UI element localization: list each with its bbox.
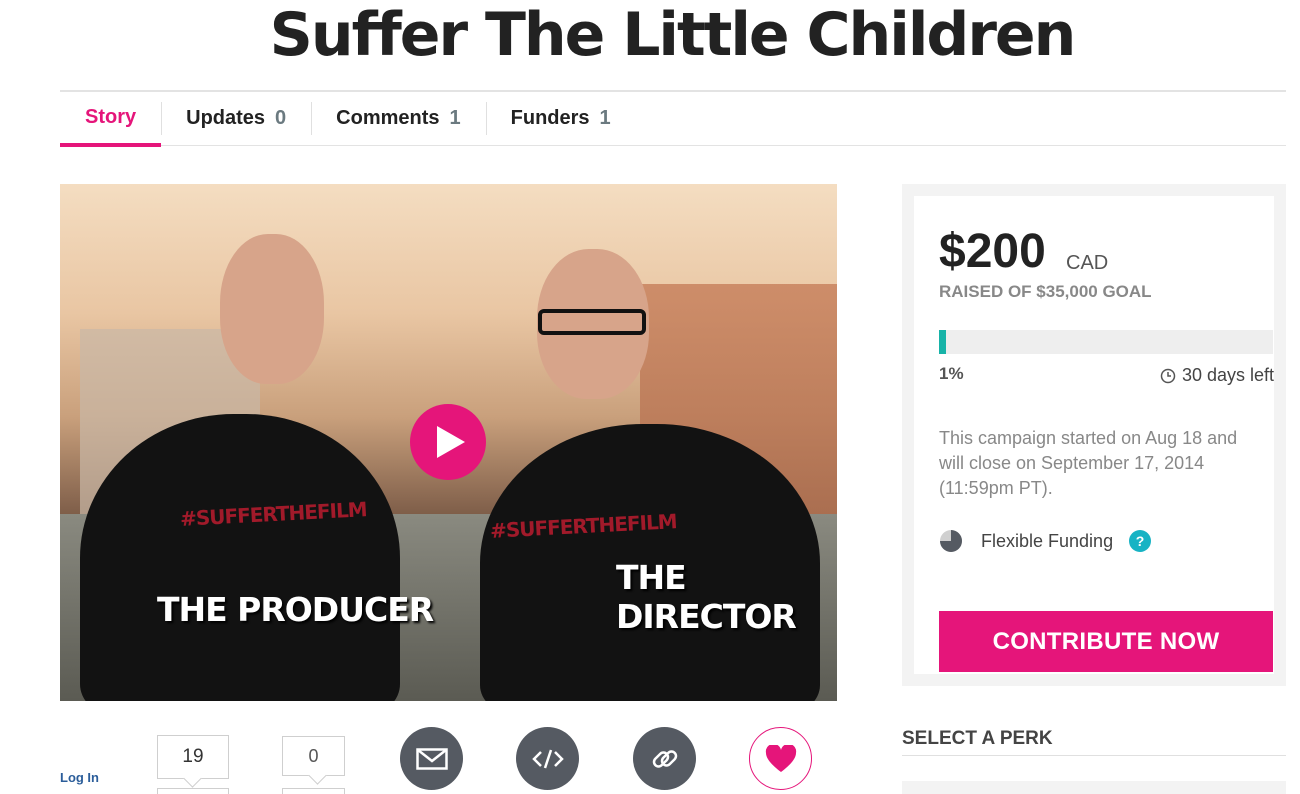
envelope-icon (415, 747, 448, 770)
funding-card: $200 CAD RAISED OF $35,000 GOAL 1% 30 da… (914, 196, 1274, 674)
tab-story-label: Story (85, 106, 137, 128)
producer-head (220, 234, 324, 384)
page-title: Suffer The Little Children (269, 0, 1077, 70)
facebook-login-link[interactable]: Log In (60, 770, 99, 785)
funding-progress-bar (939, 330, 1273, 354)
code-icon (531, 749, 564, 768)
funding-type: Flexible Funding ? (939, 529, 1152, 553)
percent-funded: 1% (939, 364, 964, 383)
heart-icon (765, 744, 796, 772)
tab-story[interactable]: Story (60, 92, 162, 147)
director-caption: THE DIRECTOR (616, 558, 797, 636)
select-perk-heading: SELECT A PERK (902, 728, 1053, 749)
tab-comments-count: 1 (449, 107, 461, 129)
funding-progress-fill (939, 330, 946, 354)
link-icon (652, 749, 677, 768)
embed-button[interactable] (516, 727, 579, 790)
play-button[interactable] (410, 404, 486, 480)
tab-comments-label: Comments (336, 107, 440, 129)
raised-amount: $200 (939, 225, 1046, 278)
campaign-dates: This campaign started on Aug 18 and will… (939, 428, 1238, 498)
perk-divider (902, 755, 1286, 756)
producer-caption: THE PRODUCER (157, 590, 434, 629)
days-left: 30 days left (1160, 365, 1274, 386)
contribute-button[interactable]: CONTRIBUTE NOW (939, 611, 1273, 672)
currency-code: CAD (1066, 252, 1109, 274)
email-share-button[interactable] (400, 727, 463, 790)
twitter-share-count: 0 (282, 736, 345, 776)
tab-comments[interactable]: Comments 1 (311, 92, 485, 145)
pie-chart-icon (940, 530, 962, 552)
tab-updates-count: 0 (275, 107, 287, 129)
copy-link-button[interactable] (633, 727, 696, 790)
pitch-video[interactable]: #SUFFERTHEFILM #SUFFERTHEFILM THE PRODUC… (60, 184, 837, 701)
funding-type-label: Flexible Funding (981, 530, 1114, 551)
clock-icon (1160, 368, 1176, 383)
producer-figure (80, 414, 400, 701)
help-icon[interactable]: ? (1129, 530, 1152, 552)
goal-text: RAISED OF $35,000 GOAL (939, 282, 1152, 301)
perk-card[interactable] (902, 781, 1286, 794)
tab-funders-count: 1 (599, 107, 611, 129)
funding-panel: $200 CAD RAISED OF $35,000 GOAL 1% 30 da… (902, 184, 1286, 686)
director-glasses (538, 309, 646, 335)
tab-funders-label: Funders (510, 107, 590, 129)
tab-updates[interactable]: Updates 0 (161, 92, 311, 145)
days-left-label: 30 days left (1181, 365, 1274, 385)
facebook-like-button[interactable] (157, 788, 229, 794)
facebook-share-count: 19 (157, 735, 229, 779)
tab-funders[interactable]: Funders 1 (485, 92, 636, 145)
play-icon (437, 426, 465, 458)
follow-button[interactable] (749, 727, 812, 790)
twitter-share-button[interactable] (282, 788, 345, 794)
tab-updates-label: Updates (186, 107, 266, 129)
campaign-tabs: Story Updates 0 Comments 1 Funders 1 (60, 90, 1286, 147)
